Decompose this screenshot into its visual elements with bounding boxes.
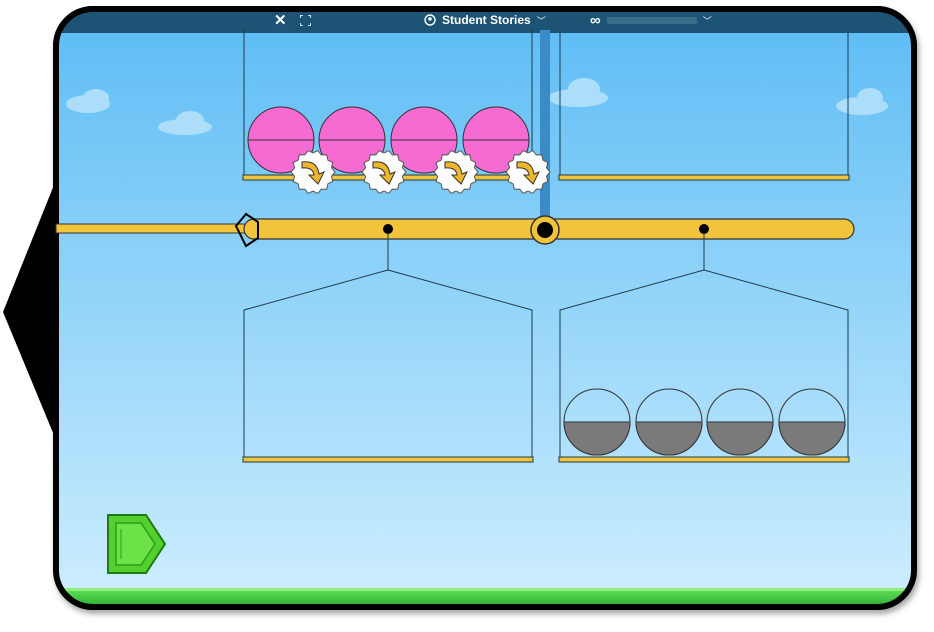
back-tab-arrow[interactable] <box>3 180 56 440</box>
progress-bar <box>606 16 697 24</box>
vertical-pole <box>540 30 550 230</box>
story-menu[interactable]: Student Stories ﹀ <box>424 9 546 31</box>
progress-menu[interactable]: ∞ ﹀ <box>590 9 712 31</box>
close-button[interactable]: ✕ <box>274 9 287 31</box>
fullscreen-icon <box>300 14 311 26</box>
user-circle-icon <box>424 14 436 26</box>
chevron-down-icon: ﹀ <box>536 15 546 26</box>
close-icon: ✕ <box>274 12 287 29</box>
game-scene <box>3 6 917 610</box>
fullscreen-button[interactable] <box>300 9 311 31</box>
top-bar-controls: ✕ Student Stories ﹀ ∞ ﹀ <box>56 9 912 31</box>
story-title: Student Stories <box>442 13 531 27</box>
chevron-down-icon: ﹀ <box>702 15 712 26</box>
infinity-icon: ∞ <box>590 11 601 29</box>
